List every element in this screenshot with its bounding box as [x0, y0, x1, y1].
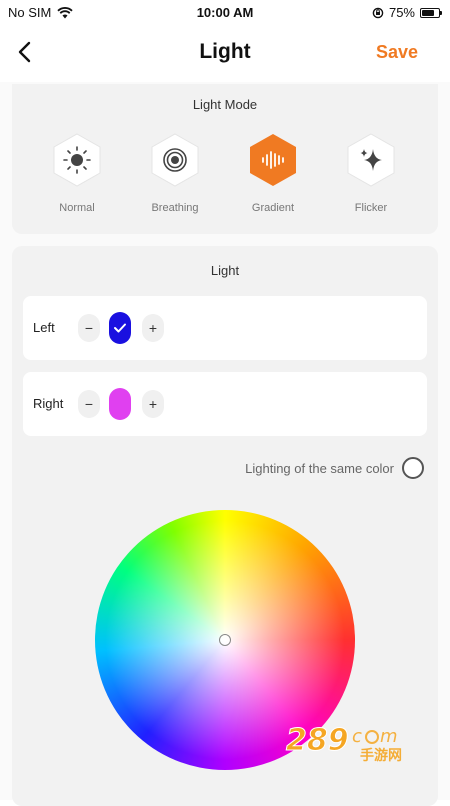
check-icon [113, 322, 127, 334]
status-right: 75% [372, 5, 440, 20]
same-color-radio[interactable] [402, 457, 424, 479]
right-plus-button[interactable]: + [142, 390, 164, 418]
mode-label: Normal [59, 202, 94, 214]
concentric-circles-icon [148, 132, 202, 188]
right-color-swatch[interactable] [109, 388, 131, 420]
rotation-lock-icon [372, 7, 384, 19]
mode-breathing[interactable]: Breathing [126, 132, 224, 214]
left-light-row: Left − + [23, 296, 427, 360]
battery-fill [422, 10, 434, 16]
battery-icon [420, 8, 440, 18]
sparkle-icon [344, 132, 398, 188]
watermark-logo: 289 c m 手游网 [280, 716, 430, 764]
same-color-toggle[interactable]: Lighting of the same color [245, 457, 424, 479]
left-label: Left [33, 320, 55, 335]
right-label: Right [33, 396, 63, 411]
watermark-text: 289 [286, 723, 349, 758]
svg-text:m: m [380, 726, 398, 747]
svg-text:c: c [352, 726, 362, 747]
light-mode-title: Light Mode [12, 97, 438, 112]
mode-flicker[interactable]: Flicker [322, 132, 420, 214]
mode-gradient[interactable]: Gradient [224, 132, 322, 214]
mode-list: Normal Breathing [12, 132, 438, 214]
mode-normal[interactable]: Normal [28, 132, 126, 214]
status-bar: No SIM 10:00 AM 75% [0, 0, 450, 26]
mode-label: Flicker [355, 202, 387, 214]
watermark-subtext: 手游网 [360, 747, 402, 764]
sun-icon [50, 132, 104, 188]
left-color-swatch[interactable] [109, 312, 131, 344]
battery-percent: 75% [389, 5, 415, 20]
mode-label: Breathing [151, 202, 198, 214]
mode-label: Gradient [252, 202, 294, 214]
right-light-row: Right − + [23, 372, 427, 436]
save-button[interactable]: Save [376, 42, 418, 63]
nav-bar: Light Save [0, 30, 450, 74]
right-minus-button[interactable]: − [78, 390, 100, 418]
same-color-label: Lighting of the same color [245, 461, 394, 476]
left-minus-button[interactable]: − [78, 314, 100, 342]
left-plus-button[interactable]: + [142, 314, 164, 342]
sound-wave-icon [246, 132, 300, 188]
light-mode-card: Light Mode Normal [12, 84, 438, 234]
light-title: Light [12, 263, 438, 278]
color-wheel-thumb[interactable] [219, 634, 231, 646]
